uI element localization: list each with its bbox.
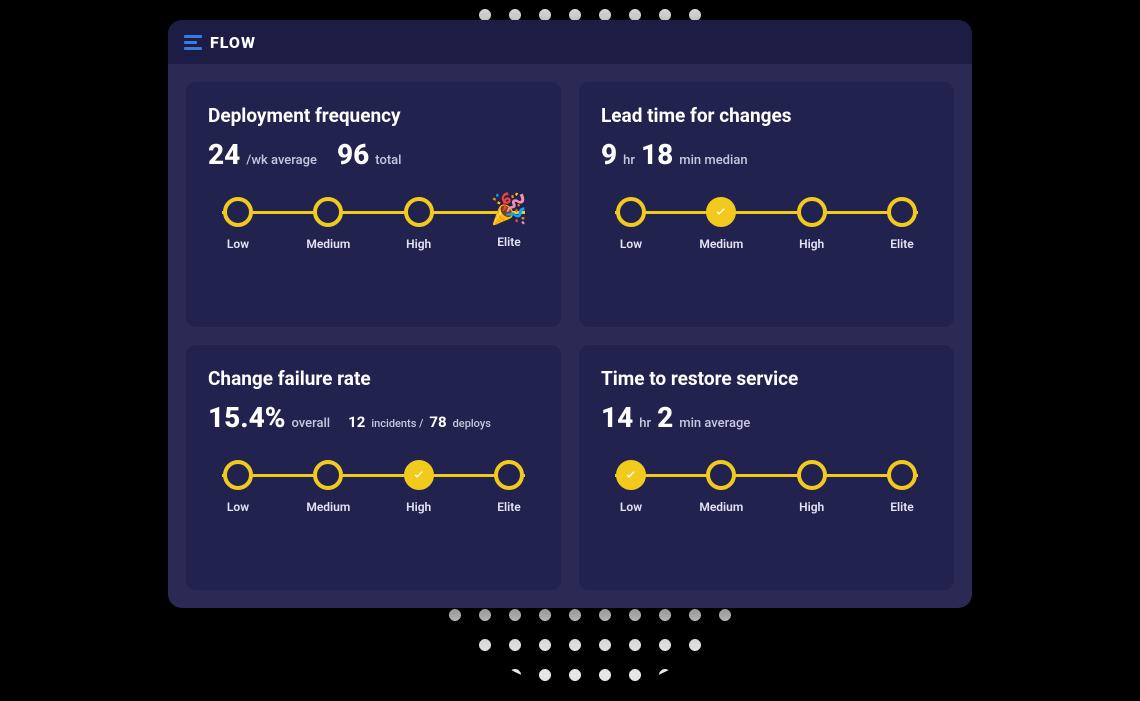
gauge-step-high: High	[389, 460, 449, 514]
app-window: FLOW Deployment frequency 24 /wk average…	[168, 20, 972, 608]
card-deployment-frequency[interactable]: Deployment frequency 24 /wk average 96 t…	[186, 82, 561, 327]
stat-unit: min median	[679, 153, 747, 168]
gauge-step-medium: Medium	[691, 197, 751, 251]
card-lead-time[interactable]: Lead time for changes 9 hr 18 min median…	[579, 82, 954, 327]
stat-sub-number: 78	[429, 413, 446, 431]
gauge-marker	[494, 460, 524, 490]
gauge-marker	[887, 197, 917, 227]
gauge-label: Low	[620, 237, 642, 251]
stat-value: 14	[601, 404, 633, 432]
gauge-step-medium: Medium	[691, 460, 751, 514]
gauge-marker	[797, 460, 827, 490]
gauge-label: Elite	[497, 235, 521, 249]
gauge-label: High	[799, 237, 824, 251]
gauge-step-elite: Elite	[479, 460, 539, 514]
stat-unit: min average	[679, 416, 750, 431]
gauge-label: Low	[227, 500, 249, 514]
gauge-marker	[616, 197, 646, 227]
level-gauge: Low Medium High Elite	[601, 197, 932, 265]
level-gauge: Low Medium High Elite	[208, 460, 539, 528]
gauge-step-medium: Medium	[298, 197, 358, 251]
gauge-marker	[223, 460, 253, 490]
gauge-label: Low	[620, 500, 642, 514]
card-title: Change failure rate	[208, 367, 539, 390]
gauge-marker	[313, 460, 343, 490]
titlebar: FLOW	[168, 20, 972, 64]
stat-sub-unit: deploys	[453, 417, 491, 430]
gauge-step-high: High	[389, 197, 449, 251]
gauge-step-low: Low	[208, 460, 268, 514]
gauge-marker	[404, 197, 434, 227]
stat-value: 18	[641, 141, 673, 169]
celebrate-icon: 🎉	[490, 195, 527, 225]
gauge-step-medium: Medium	[298, 460, 358, 514]
level-gauge: Low Medium High 🎉 Elite	[208, 197, 539, 265]
gauge-marker	[797, 197, 827, 227]
stat-value: 96	[337, 141, 369, 169]
stat-sub-unit: incidents /	[371, 417, 423, 430]
gauge-label: Medium	[699, 237, 743, 251]
stat-unit: hr	[639, 416, 651, 431]
card-title: Deployment frequency	[208, 104, 539, 127]
stat-line: 14 hr 2 min average	[601, 404, 932, 432]
gauge-marker	[887, 460, 917, 490]
stat-unit: overall	[292, 416, 331, 431]
stat-value: 2	[657, 404, 673, 432]
stat-line: 9 hr 18 min median	[601, 141, 932, 169]
stat-line: 15.4% overall 12 incidents / 78 deploys	[208, 404, 539, 432]
stat-value: 9	[601, 141, 617, 169]
gauge-label: Medium	[306, 500, 350, 514]
stat-unit: /wk average	[246, 153, 317, 168]
gauge-label: Elite	[890, 500, 914, 514]
gauge-label: Medium	[306, 237, 350, 251]
gauge-step-high: High	[782, 460, 842, 514]
stat-line: 24 /wk average 96 total	[208, 141, 539, 169]
card-title: Lead time for changes	[601, 104, 932, 127]
card-title: Time to restore service	[601, 367, 932, 390]
stat-sub-number: 12	[348, 413, 365, 431]
gauge-step-low: Low	[601, 460, 661, 514]
gauge-marker	[706, 460, 736, 490]
gauge-label: High	[406, 500, 431, 514]
level-gauge: Low Medium High Elite	[601, 460, 932, 528]
gauge-step-elite: Elite	[872, 197, 932, 251]
gauge-step-elite: 🎉 Elite	[479, 197, 539, 251]
stat-unit: total	[375, 153, 401, 168]
metrics-grid: Deployment frequency 24 /wk average 96 t…	[168, 64, 972, 608]
gauge-step-high: High	[782, 197, 842, 251]
gauge-marker-active	[706, 197, 736, 227]
gauge-marker	[223, 197, 253, 227]
gauge-step-elite: Elite	[872, 460, 932, 514]
stat-unit: hr	[623, 153, 635, 168]
gauge-label: Elite	[890, 237, 914, 251]
gauge-label: Low	[227, 237, 249, 251]
card-change-failure[interactable]: Change failure rate 15.4% overall 12 inc…	[186, 345, 561, 590]
logo-icon	[184, 33, 202, 51]
gauge-step-low: Low	[208, 197, 268, 251]
stat-value: 24	[208, 141, 240, 169]
gauge-marker-active	[404, 460, 434, 490]
card-restore-time[interactable]: Time to restore service 14 hr 2 min aver…	[579, 345, 954, 590]
gauge-label: Elite	[497, 500, 521, 514]
app-title: FLOW	[210, 33, 256, 52]
gauge-label: High	[799, 500, 824, 514]
gauge-label: Medium	[699, 500, 743, 514]
gauge-step-low: Low	[601, 197, 661, 251]
gauge-marker	[313, 197, 343, 227]
stat-value: 15.4%	[208, 404, 286, 432]
gauge-label: High	[406, 237, 431, 251]
gauge-marker-active	[616, 460, 646, 490]
